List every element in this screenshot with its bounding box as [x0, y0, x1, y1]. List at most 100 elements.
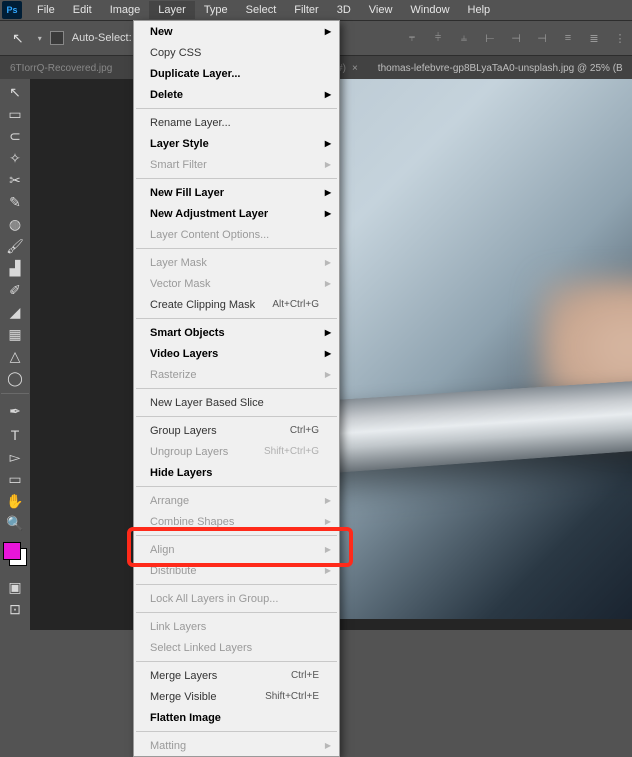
menu-item-ungroup-layers: Ungroup Layers Shift+Ctrl+G [134, 441, 339, 462]
menu-help[interactable]: Help [459, 1, 500, 19]
move-tool-icon: ↖ [6, 30, 30, 47]
align-right-icon[interactable]: ⊣ [530, 27, 554, 49]
menu-select[interactable]: Select [237, 1, 286, 19]
tool-blur[interactable]: △ [1, 345, 29, 367]
quick-mask-icon[interactable]: ▣ [1, 576, 29, 598]
tool-gradient[interactable]: ▦ [1, 323, 29, 345]
menu-item-new-layer-based-slice[interactable]: New Layer Based Slice [134, 392, 339, 413]
align-bottom-icon[interactable]: ⫨ [452, 27, 476, 49]
menu-item-label: Smart Filter [150, 159, 207, 171]
menu-item-smart-filter: Smart Filter [134, 154, 339, 175]
align-top-icon[interactable]: ⫧ [400, 27, 424, 49]
menu-item-align: Align [134, 539, 339, 560]
menu-item-rasterize: Rasterize [134, 364, 339, 385]
menu-item-shortcut: Alt+Ctrl+G [272, 299, 319, 310]
tool-magic-wand[interactable]: ✧ [1, 147, 29, 169]
tool-type[interactable]: T [1, 424, 29, 446]
menu-item-smart-objects[interactable]: Smart Objects [134, 322, 339, 343]
menu-item-layer-content-options: Layer Content Options... [134, 224, 339, 245]
menu-item-label: Flatten Image [150, 712, 221, 724]
menu-item-shortcut: Ctrl+G [290, 425, 319, 436]
menu-item-rename-layer[interactable]: Rename Layer... [134, 112, 339, 133]
menu-item-label: New Fill Layer [150, 187, 224, 199]
menu-item-group-layers[interactable]: Group Layers Ctrl+G [134, 420, 339, 441]
document-tab[interactable]: 6TIorrQ-Recovered.jpg [0, 59, 122, 78]
menu-file[interactable]: File [28, 1, 64, 19]
document-tab[interactable]: thomas-lefebvre-gp8BLyaTaA0-unsplash.jpg… [368, 59, 632, 78]
distribute-1-icon[interactable]: ≡ [556, 27, 580, 49]
align-left-icon[interactable]: ⊢ [478, 27, 502, 49]
menu-item-label: Rasterize [150, 369, 196, 381]
menu-3d[interactable]: 3D [328, 1, 360, 19]
menu-item-label: Distribute [150, 565, 196, 577]
screen-mode-icon[interactable]: ⊡ [1, 598, 29, 620]
menu-item-layer-mask: Layer Mask [134, 252, 339, 273]
menu-item-select-linked-layers: Select Linked Layers [134, 637, 339, 658]
menu-item-label: Ungroup Layers [150, 446, 228, 458]
menu-item-lock-all-layers-in-group: Lock All Layers in Group... [134, 588, 339, 609]
align-hcenter-icon[interactable]: ⊣ [504, 27, 528, 49]
tool-lasso[interactable]: ⊂ [1, 125, 29, 147]
menu-item-label: Smart Objects [150, 327, 225, 339]
tool-dodge[interactable]: ◯ [1, 367, 29, 389]
align-vmiddle-icon[interactable]: ⫩ [426, 27, 450, 49]
menu-item-label: Group Layers [150, 425, 217, 437]
menu-item-flatten-image[interactable]: Flatten Image [134, 707, 339, 728]
menu-item-label: Hide Layers [150, 467, 212, 479]
tool-stamp[interactable]: ▟ [1, 257, 29, 279]
menu-item-video-layers[interactable]: Video Layers [134, 343, 339, 364]
menu-item-merge-layers[interactable]: Merge LayersCtrl+E [134, 665, 339, 686]
auto-select-checkbox[interactable] [50, 31, 64, 45]
fg-swatch[interactable] [3, 542, 21, 560]
menu-item-label: Link Layers [150, 621, 206, 633]
menu-item-label: Matting [150, 740, 186, 752]
menu-item-shortcut: Ctrl+E [291, 670, 319, 681]
align-buttons: ⫧ ⫩ ⫨ ⊢ ⊣ ⊣ ≡ ≣ ⋮ [400, 21, 632, 55]
tab-close-icon[interactable]: × [352, 63, 358, 74]
menu-item-label: Layer Mask [150, 257, 207, 269]
menu-item-label: Combine Shapes [150, 516, 234, 528]
menu-item-label: Duplicate Layer... [150, 68, 240, 80]
menu-item-duplicate-layer[interactable]: Duplicate Layer... [134, 63, 339, 84]
menu-item-delete[interactable]: Delete [134, 84, 339, 105]
tool-eyedropper[interactable]: ✎ [1, 191, 29, 213]
tool-hand[interactable]: ✋ [1, 490, 29, 512]
menu-filter[interactable]: Filter [285, 1, 327, 19]
menu-image[interactable]: Image [101, 1, 150, 19]
tool-pen[interactable]: ✒ [1, 393, 29, 424]
layer-menu-dropdown: New Copy CSS Duplicate Layer... Delete Renam… [133, 20, 340, 757]
tool-zoom[interactable]: 🔍 [1, 512, 29, 534]
tool-preset-chevron-icon[interactable]: ▾ [38, 34, 42, 43]
tool-history-brush[interactable]: ✐ [1, 279, 29, 301]
tool-brush[interactable]: 🖌 [1, 235, 29, 257]
tool-path[interactable]: ▻ [1, 446, 29, 468]
distribute-2-icon[interactable]: ≣ [582, 27, 606, 49]
menu-item-create-clipping-mask[interactable]: Create Clipping MaskAlt+Ctrl+G [134, 294, 339, 315]
menu-view[interactable]: View [360, 1, 402, 19]
menu-item-hide-layers[interactable]: Hide Layers [134, 462, 339, 483]
distribute-3-icon[interactable]: ⋮ [608, 27, 632, 49]
menu-item-new[interactable]: New [134, 21, 339, 42]
tool-marquee[interactable]: ▭ [1, 103, 29, 125]
menu-item-label: Video Layers [150, 348, 218, 360]
tool-eraser[interactable]: ◢ [1, 301, 29, 323]
menu-item-layer-style[interactable]: Layer Style [134, 133, 339, 154]
menu-type[interactable]: Type [195, 1, 237, 19]
menu-item-new-fill-layer[interactable]: New Fill Layer [134, 182, 339, 203]
menu-item-label: New [150, 26, 173, 38]
tool-move[interactable]: ↖ [1, 81, 29, 103]
menu-edit[interactable]: Edit [64, 1, 101, 19]
menu-item-copy-css[interactable]: Copy CSS [134, 42, 339, 63]
menu-item-new-adjustment-layer[interactable]: New Adjustment Layer [134, 203, 339, 224]
menu-item-shortcut: Shift+Ctrl+G [264, 446, 319, 457]
menu-window[interactable]: Window [401, 1, 458, 19]
tool-shape[interactable]: ▭ [1, 468, 29, 490]
menu-item-label: New Layer Based Slice [150, 397, 264, 409]
menu-item-arrange: Arrange [134, 490, 339, 511]
menu-item-merge-visible[interactable]: Merge VisibleShift+Ctrl+E [134, 686, 339, 707]
tool-crop[interactable]: ✂ [1, 169, 29, 191]
menu-item-label: Vector Mask [150, 278, 211, 290]
color-swatches[interactable] [3, 542, 27, 566]
menu-layer[interactable]: Layer [149, 1, 195, 19]
tool-healing[interactable]: ◍ [1, 213, 29, 235]
